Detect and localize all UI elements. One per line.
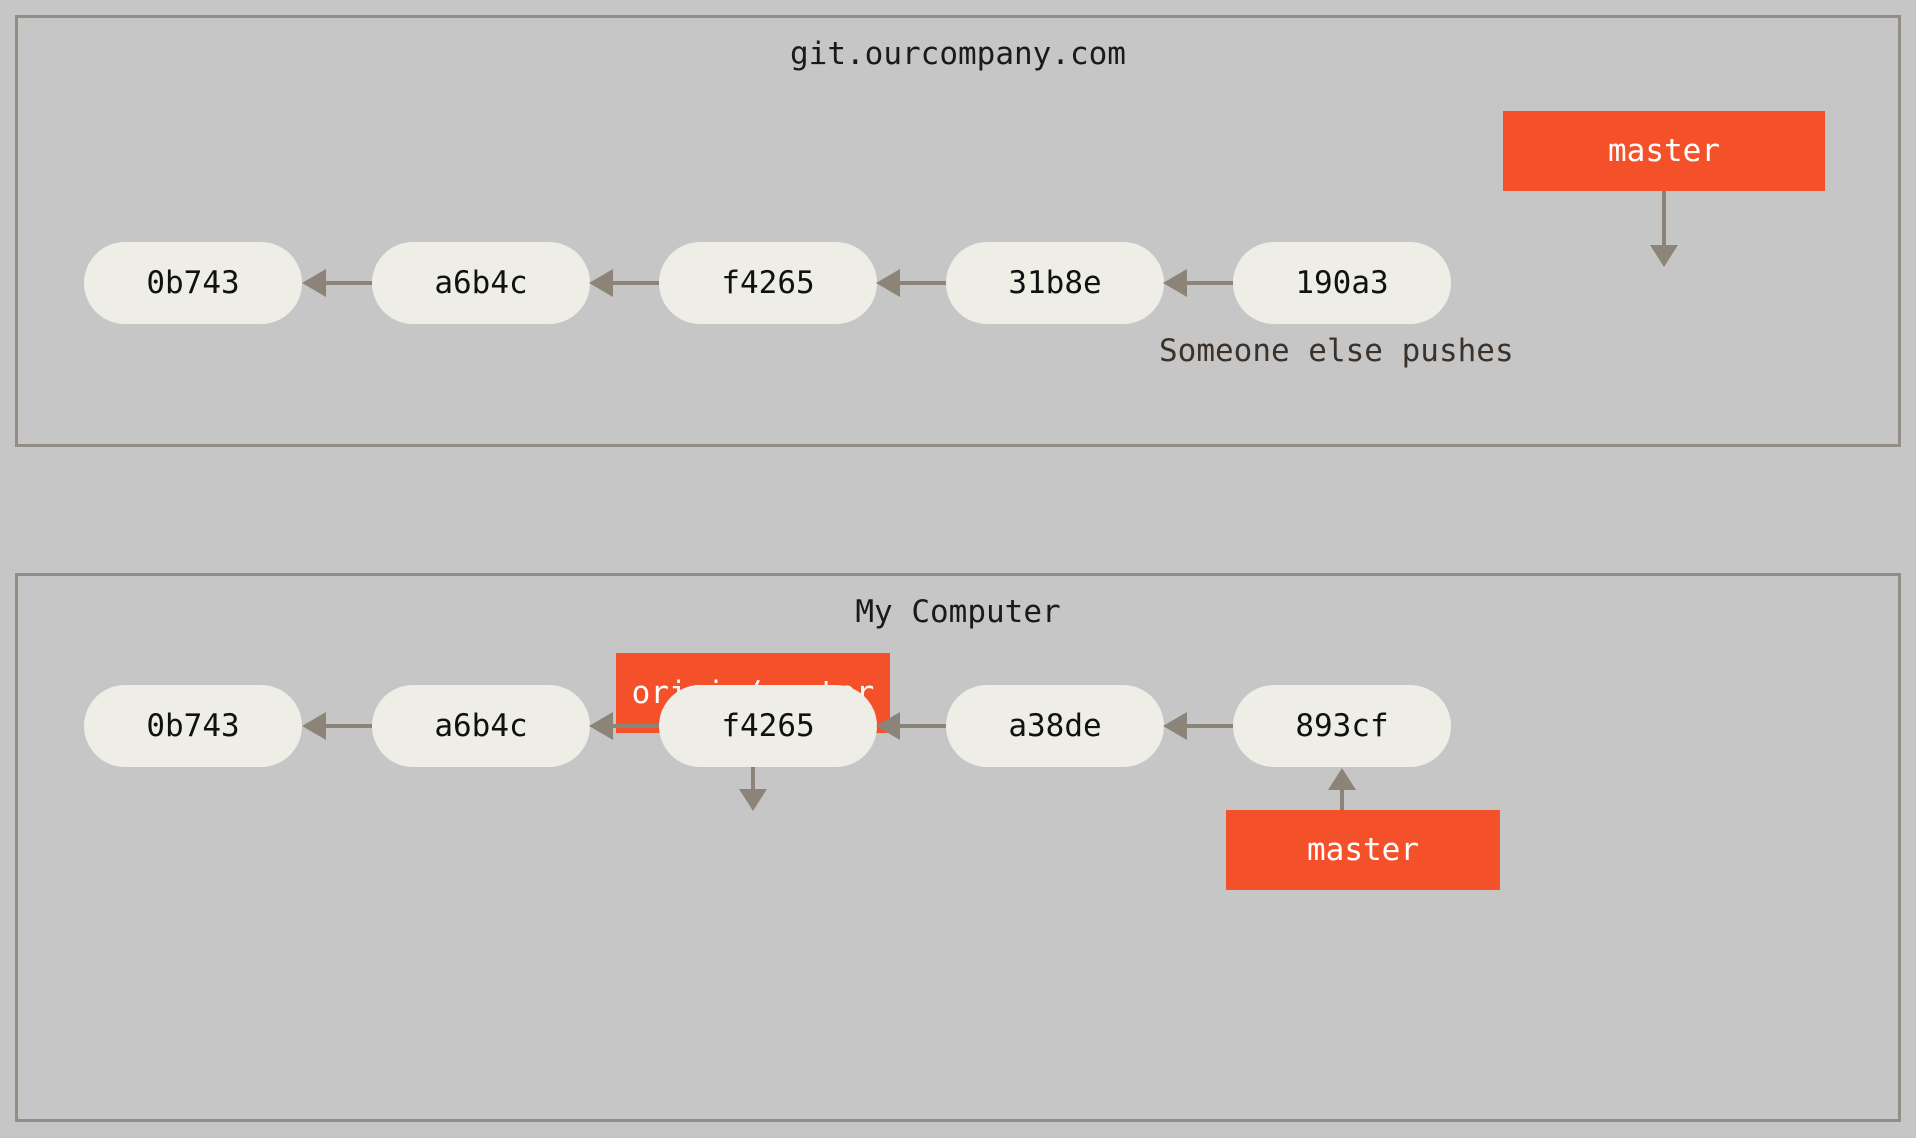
ref-label-master-server[interactable]: master <box>1503 111 1825 191</box>
local-panel: My Computer origin/master 0b743 a6b4c f4… <box>15 573 1901 1122</box>
arrow-f4265-to-a6b4c-local <box>589 712 659 740</box>
commit-id: 31b8e <box>1008 265 1102 301</box>
arrowhead-left-icon <box>589 712 613 740</box>
commit-node-31b8e-server[interactable]: 31b8e <box>946 242 1164 324</box>
commit-id: a38de <box>1008 708 1102 744</box>
arrowhead-left-icon <box>302 712 326 740</box>
local-panel-title: My Computer <box>855 594 1061 630</box>
arrowhead-left-icon <box>876 269 900 297</box>
commit-id: 0b743 <box>146 708 240 744</box>
commit-id: f4265 <box>721 708 815 744</box>
arrowhead-down-icon <box>739 789 767 811</box>
arrow-a38de-to-f4265-local <box>876 712 946 740</box>
commit-node-a6b4c-server[interactable]: a6b4c <box>372 242 590 324</box>
commit-node-f4265-server[interactable]: f4265 <box>659 242 877 324</box>
commit-node-f4265-local[interactable]: f4265 <box>659 685 877 767</box>
arrowhead-up-icon <box>1328 768 1356 790</box>
arrow-a6b4c-to-0b743-local <box>302 712 372 740</box>
arrow-a6b4c-to-0b743 <box>302 269 372 297</box>
server-panel: git.ourcompany.com master 0b743 a6b4c f4… <box>15 15 1901 447</box>
commit-id: 893cf <box>1295 708 1389 744</box>
commit-id: f4265 <box>721 265 815 301</box>
arrow-190a3-to-31b8e <box>1163 269 1233 297</box>
commit-node-a6b4c-local[interactable]: a6b4c <box>372 685 590 767</box>
server-panel-title: git.ourcompany.com <box>790 36 1126 72</box>
arrow-f4265-to-a6b4c <box>589 269 659 297</box>
arrow-31b8e-to-f4265 <box>876 269 946 297</box>
commit-id: a6b4c <box>434 708 528 744</box>
commit-node-a38de-local[interactable]: a38de <box>946 685 1164 767</box>
commit-node-190a3-server[interactable]: 190a3 <box>1233 242 1451 324</box>
commit-id: 190a3 <box>1295 265 1389 301</box>
arrowhead-left-icon <box>302 269 326 297</box>
commit-node-0b743-local[interactable]: 0b743 <box>84 685 302 767</box>
ref-label-text: master <box>1608 133 1720 169</box>
commit-node-0b743-server[interactable]: 0b743 <box>84 242 302 324</box>
commit-node-893cf-local[interactable]: 893cf <box>1233 685 1451 767</box>
arrowhead-down-icon <box>1650 245 1678 267</box>
arrowhead-left-icon <box>1163 269 1187 297</box>
arrowhead-left-icon <box>1163 712 1187 740</box>
ref-label-master-local[interactable]: master <box>1226 810 1500 890</box>
commit-id: a6b4c <box>434 265 528 301</box>
arrowhead-left-icon <box>589 269 613 297</box>
server-panel-caption: Someone else pushes <box>1159 333 1514 369</box>
arrow-893cf-to-a38de-local <box>1163 712 1233 740</box>
arrowhead-left-icon <box>876 712 900 740</box>
ref-label-text: master <box>1307 832 1419 868</box>
arrow-master-to-190a3 <box>1650 191 1678 267</box>
commit-id: 0b743 <box>146 265 240 301</box>
